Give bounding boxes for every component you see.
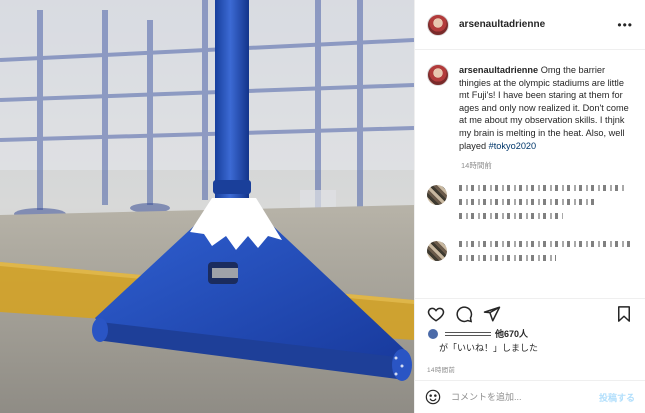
share-icon[interactable] <box>483 305 501 323</box>
caption-text: arsenaultadrienne Omg the barrier thingi… <box>459 64 633 152</box>
caption-hashtag[interactable]: #tokyo2020 <box>489 141 537 151</box>
post-sidebar: arsenaultadrienne ••• arsenaultadrienne … <box>414 0 645 413</box>
obscured-comment-text <box>459 185 633 227</box>
obscured-comment <box>427 241 633 269</box>
likes-count[interactable]: 他670人 <box>495 328 528 340</box>
caption-username[interactable]: arsenaultadrienne <box>459 65 538 75</box>
caption-avatar[interactable] <box>427 64 449 86</box>
likes-suffix: が「いいね！」しました <box>439 343 539 353</box>
obscured-comment <box>427 185 633 227</box>
comment-bar: 投稿する <box>415 380 645 413</box>
caption-timestamp: 14時間前 <box>461 161 492 171</box>
liker-avatar[interactable] <box>427 328 439 340</box>
author-avatar[interactable] <box>427 13 449 36</box>
obscured-liker-name <box>445 332 491 336</box>
post-timestamp[interactable]: 14時間前 <box>415 354 645 380</box>
more-icon[interactable]: ••• <box>617 18 633 32</box>
obscured-avatar <box>427 241 447 262</box>
comments-section: arsenaultadrienne Omg the barrier thingi… <box>415 50 645 298</box>
caption: arsenaultadrienne Omg the barrier thingi… <box>427 64 633 152</box>
caption-body: Omg the barrier thingies at the olympic … <box>459 65 629 151</box>
action-bar <box>415 298 645 328</box>
obscured-avatar <box>427 185 447 206</box>
post-header: arsenaultadrienne ••• <box>415 0 645 50</box>
bookmark-icon[interactable] <box>615 305 633 323</box>
instagram-post: arsenaultadrienne ••• arsenaultadrienne … <box>0 0 645 413</box>
author-username[interactable]: arsenaultadrienne <box>459 19 545 30</box>
heart-icon[interactable] <box>427 305 445 323</box>
comment-icon[interactable] <box>455 305 473 323</box>
obscured-comment-text <box>459 241 633 269</box>
emoji-icon[interactable] <box>425 389 441 405</box>
post-comment-button[interactable]: 投稿する <box>599 391 635 404</box>
post-photo[interactable] <box>0 0 414 413</box>
photo-illustration <box>0 0 414 413</box>
comment-input[interactable] <box>451 392 599 402</box>
likes-summary: 他670人 <box>415 328 645 340</box>
